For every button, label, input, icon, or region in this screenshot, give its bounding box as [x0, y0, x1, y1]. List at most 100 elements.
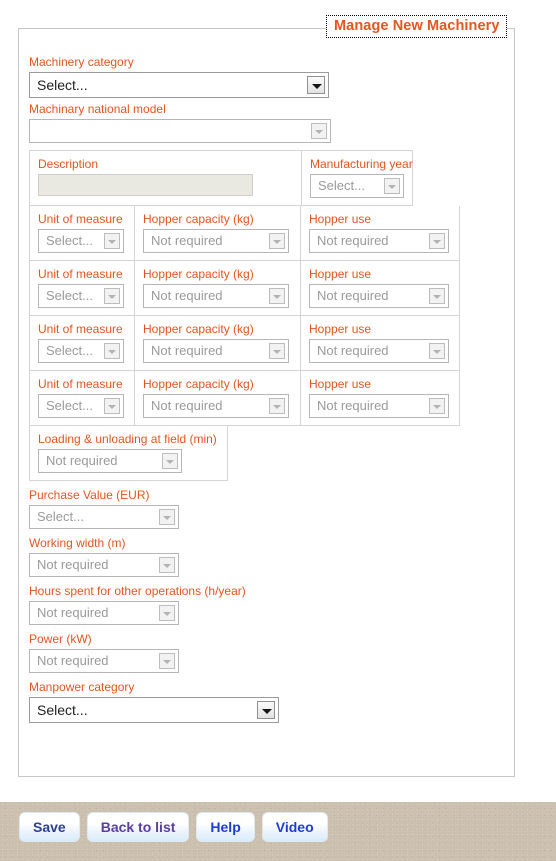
hopper-row: Unit of measure Select... Hopper capacit… — [29, 206, 514, 261]
chevron-down-icon[interactable] — [269, 288, 285, 304]
hopper-capacity-select[interactable]: Not required — [143, 394, 289, 418]
hopper-capacity-select[interactable]: Not required — [143, 339, 289, 363]
power-value: Not required — [37, 653, 109, 668]
save-button[interactable]: Save — [19, 812, 80, 842]
field-machinary-national-model: Machinary national model — [29, 102, 514, 143]
unit-of-measure-label: Unit of measure — [38, 377, 123, 391]
chevron-down-icon[interactable] — [104, 288, 120, 304]
unit-of-measure-label: Unit of measure — [38, 322, 123, 336]
hopper-capacity-label: Hopper capacity (kg) — [143, 212, 254, 226]
hopper-use-select[interactable]: Not required — [309, 229, 449, 253]
field-loading-unloading: Loading & unloading at field (min) Not r… — [29, 426, 228, 481]
footer-button-bar: Save Back to list Help Video — [19, 812, 328, 842]
unit-of-measure-value: Select... — [46, 233, 93, 248]
field-manpower-category: Manpower category Select... — [29, 680, 514, 723]
hopper-capacity-label: Hopper capacity (kg) — [143, 322, 254, 336]
field-hours-other-operations: Hours spent for other operations (h/year… — [29, 584, 514, 625]
hopper-use-label: Hopper use — [309, 212, 372, 226]
chevron-down-icon[interactable] — [159, 557, 175, 573]
chevron-down-icon[interactable] — [159, 653, 175, 669]
hopper-use-value: Not required — [317, 398, 389, 413]
unit-of-measure-value: Select... — [46, 398, 93, 413]
unit-of-measure-label: Unit of measure — [38, 212, 123, 226]
field-hopper-use: Hopper use Not required — [300, 261, 460, 316]
chevron-down-icon[interactable] — [257, 701, 275, 719]
hopper-capacity-select[interactable]: Not required — [143, 229, 289, 253]
hopper-row: Unit of measure Select... Hopper capacit… — [29, 261, 514, 316]
hopper-capacity-select[interactable]: Not required — [143, 284, 289, 308]
loading-unloading-select[interactable]: Not required — [38, 449, 182, 473]
chevron-down-icon[interactable] — [429, 343, 445, 359]
hours-other-operations-label: Hours spent for other operations (h/year… — [29, 584, 246, 598]
page-root: Manage New Machinery Machinery category … — [0, 0, 556, 861]
chevron-down-icon[interactable] — [311, 123, 327, 139]
chevron-down-icon[interactable] — [269, 233, 285, 249]
loading-unloading-label: Loading & unloading at field (min) — [38, 432, 217, 446]
chevron-down-icon[interactable] — [162, 453, 178, 469]
machinary-national-model-label: Machinary national model — [29, 102, 166, 116]
hopper-use-label: Hopper use — [309, 377, 372, 391]
back-to-list-button[interactable]: Back to list — [86, 812, 190, 842]
unit-of-measure-select[interactable]: Select... — [38, 284, 124, 308]
field-purchase-value: Purchase Value (EUR) Select... — [29, 488, 514, 529]
hopper-capacity-label: Hopper capacity (kg) — [143, 377, 254, 391]
hopper-use-value: Not required — [317, 343, 389, 358]
field-hopper-use: Hopper use Not required — [300, 206, 460, 261]
hopper-use-select[interactable]: Not required — [309, 394, 449, 418]
hopper-row: Unit of measure Select... Hopper capacit… — [29, 316, 514, 371]
chevron-down-icon[interactable] — [104, 233, 120, 249]
chevron-down-icon[interactable] — [159, 509, 175, 525]
hopper-capacity-value: Not required — [151, 343, 223, 358]
chevron-down-icon[interactable] — [269, 398, 285, 414]
hopper-use-value: Not required — [317, 233, 389, 248]
field-unit-of-measure: Unit of measure Select... — [29, 316, 134, 371]
help-button[interactable]: Help — [196, 812, 255, 842]
chevron-down-icon[interactable] — [429, 398, 445, 414]
hopper-use-select[interactable]: Not required — [309, 339, 449, 363]
unit-of-measure-value: Select... — [46, 343, 93, 358]
machinary-national-model-select[interactable] — [29, 119, 331, 143]
power-label: Power (kW) — [29, 632, 92, 646]
manufacturing-year-value: Select... — [318, 178, 365, 193]
chevron-down-icon[interactable] — [429, 288, 445, 304]
purchase-value-value: Select... — [37, 509, 84, 524]
unit-of-measure-select[interactable]: Select... — [38, 394, 124, 418]
field-hopper-capacity: Hopper capacity (kg) Not required — [134, 261, 300, 316]
chevron-down-icon[interactable] — [104, 398, 120, 414]
chevron-down-icon[interactable] — [384, 178, 400, 194]
chevron-down-icon[interactable] — [307, 76, 325, 94]
manpower-category-label: Manpower category — [29, 680, 135, 694]
hopper-use-value: Not required — [317, 288, 389, 303]
machinery-category-select[interactable]: Select... — [29, 72, 329, 98]
description-input[interactable] — [38, 174, 253, 196]
hopper-capacity-value: Not required — [151, 398, 223, 413]
description-year-row: Description Manufacturing year Select... — [29, 150, 514, 206]
hopper-use-label: Hopper use — [309, 267, 372, 281]
field-working-width: Working width (m) Not required — [29, 536, 514, 577]
chevron-down-icon[interactable] — [269, 343, 285, 359]
machinery-category-label: Machinery category — [29, 55, 134, 69]
purchase-value-select[interactable]: Select... — [29, 505, 179, 529]
field-unit-of-measure: Unit of measure Select... — [29, 371, 134, 426]
power-select[interactable]: Not required — [29, 649, 179, 673]
hours-other-operations-select[interactable]: Not required — [29, 601, 179, 625]
manpower-category-select[interactable]: Select... — [29, 697, 279, 723]
manufacturing-year-select[interactable]: Select... — [310, 174, 404, 198]
unit-of-measure-label: Unit of measure — [38, 267, 123, 281]
footer-bar: Save Back to list Help Video — [0, 802, 556, 861]
description-label: Description — [38, 157, 99, 171]
working-width-value: Not required — [37, 557, 109, 572]
field-unit-of-measure: Unit of measure Select... — [29, 206, 134, 261]
working-width-select[interactable]: Not required — [29, 553, 179, 577]
hopper-use-select[interactable]: Not required — [309, 284, 449, 308]
working-width-label: Working width (m) — [29, 536, 126, 550]
chevron-down-icon[interactable] — [429, 233, 445, 249]
manufacturing-year-label: Manufacturing year — [310, 157, 413, 171]
unit-of-measure-select[interactable]: Select... — [38, 339, 124, 363]
chevron-down-icon[interactable] — [159, 605, 175, 621]
video-button[interactable]: Video — [261, 812, 328, 842]
field-hopper-use: Hopper use Not required — [300, 371, 460, 426]
unit-of-measure-select[interactable]: Select... — [38, 229, 124, 253]
chevron-down-icon[interactable] — [104, 343, 120, 359]
machinery-category-value: Select... — [37, 77, 88, 93]
